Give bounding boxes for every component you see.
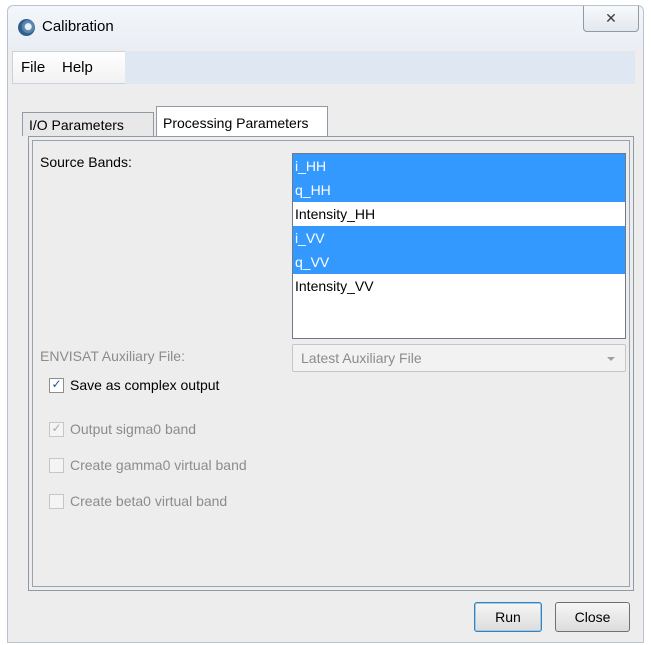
- aux-file-value: Latest Auxiliary File: [301, 350, 422, 366]
- band-list-item[interactable]: i_HH: [293, 154, 625, 178]
- option-label: Output sigma0 band: [70, 421, 197, 437]
- option-checkbox[interactable]: [49, 493, 64, 509]
- source-bands-label: Source Bands:: [40, 154, 132, 170]
- calibration-window: Calibration ✕ File Help I/O Parameters P…: [7, 5, 644, 643]
- close-icon: ✕: [605, 10, 617, 27]
- option-row[interactable]: ✓ Output sigma0 band: [49, 419, 196, 439]
- aux-file-dropdown[interactable]: Latest Auxiliary File: [292, 344, 626, 372]
- source-bands-list[interactable]: i_HH q_HH Intensity_HH i_VV q_VV Intensity_VV: [292, 153, 626, 339]
- option-label: Create beta0 virtual band: [70, 493, 228, 509]
- option-row[interactable]: ✓ Save as complex output: [49, 375, 219, 395]
- menu-bar-items: File Help: [12, 51, 125, 84]
- band-list-item[interactable]: q_VV: [293, 250, 625, 274]
- band-list-item[interactable]: Intensity_VV: [293, 274, 625, 298]
- aux-file-label: ENVISAT Auxiliary File:: [40, 348, 185, 364]
- tab-processing-parameters[interactable]: Processing Parameters: [156, 106, 328, 137]
- option-label: Create gamma0 virtual band: [70, 457, 247, 473]
- window-close-button[interactable]: ✕: [583, 6, 639, 32]
- band-list-item[interactable]: q_HH: [293, 178, 625, 202]
- option-row[interactable]: Create beta0 virtual band: [49, 491, 227, 511]
- tab-io-parameters[interactable]: I/O Parameters: [22, 112, 154, 136]
- option-label: Save as complex output: [70, 377, 220, 393]
- window-title: Calibration: [42, 18, 114, 35]
- run-button[interactable]: Run: [474, 602, 542, 632]
- tab-strip: I/O Parameters Processing Parameters: [22, 106, 642, 137]
- menu-file[interactable]: File: [21, 59, 45, 76]
- option-checkbox[interactable]: [49, 457, 64, 473]
- checkmark-icon: ✓: [51, 420, 62, 435]
- band-list-item[interactable]: i_VV: [293, 226, 625, 250]
- title-bar[interactable]: Calibration ✕: [8, 6, 643, 49]
- menu-help[interactable]: Help: [62, 59, 93, 76]
- close-button[interactable]: Close: [555, 602, 630, 632]
- option-row[interactable]: Create gamma0 virtual band: [49, 455, 247, 475]
- option-checkbox[interactable]: ✓: [49, 420, 64, 437]
- processing-parameters-panel: Source Bands: i_HH q_HH Intensity_HH i_VV q_…: [28, 136, 634, 591]
- chevron-down-icon: [607, 357, 615, 361]
- app-icon: [18, 19, 35, 36]
- band-list-item[interactable]: Intensity_HH: [293, 202, 625, 226]
- checkmark-icon: ✓: [51, 376, 62, 391]
- option-checkbox[interactable]: ✓: [49, 376, 64, 393]
- menu-bar: File Help: [12, 51, 635, 84]
